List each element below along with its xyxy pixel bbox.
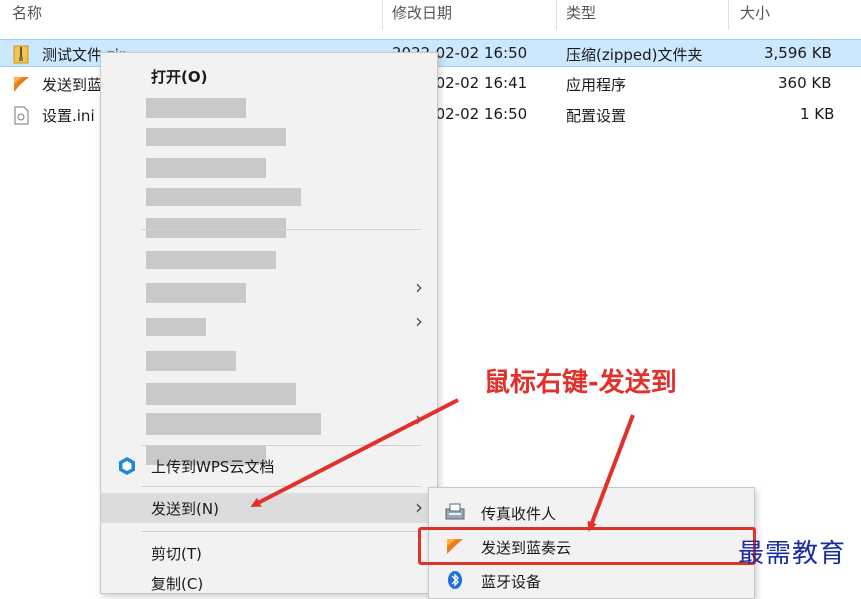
watermark-text: 最需教育 [738, 539, 847, 569]
arrow-to-send-to [250, 398, 459, 507]
annotation-arrows [250, 398, 635, 532]
arrow-to-lanzou [587, 414, 635, 532]
